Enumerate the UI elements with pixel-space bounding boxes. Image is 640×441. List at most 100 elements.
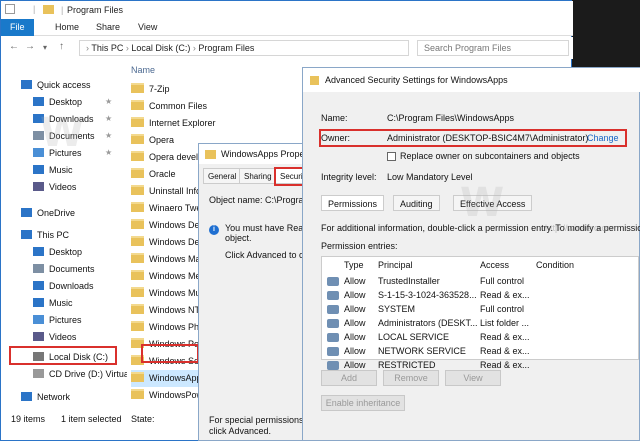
address-row: ← → ▾ ↑ › This PC › Local Disk (C:) › Pr… — [1, 37, 573, 59]
tab-sharing[interactable]: Sharing — [239, 168, 277, 184]
pictures-icon — [33, 315, 44, 324]
videos-icon — [33, 182, 44, 191]
back-arrow-icon[interactable]: ← — [9, 41, 19, 52]
user-icon — [327, 277, 339, 286]
status-selected-count: 1 item selected — [61, 414, 122, 424]
nav-item-label: Downloads — [49, 281, 94, 291]
nav-item-label: Music — [49, 298, 73, 308]
column-header-access[interactable]: Access — [480, 260, 509, 270]
file-name: Windows Mu — [149, 288, 201, 298]
highlight-local-disk — [9, 346, 117, 365]
pin-icon[interactable]: ★ — [105, 148, 112, 157]
permission-type: Allow — [344, 304, 366, 314]
nav-item[interactable]: Desktop — [33, 94, 82, 110]
documents-icon — [33, 264, 44, 273]
tab-general[interactable]: General — [203, 168, 242, 184]
divider-icon: | — [61, 5, 64, 15]
nav-item[interactable]: Videos — [33, 329, 76, 345]
user-icon — [327, 333, 339, 342]
cloud-icon — [21, 208, 32, 217]
view-button[interactable]: View — [445, 370, 501, 386]
permission-access: Read & ex... — [480, 290, 530, 300]
user-icon — [327, 319, 339, 328]
replace-owner-label[interactable]: Replace owner on subcontainers and objec… — [400, 151, 580, 161]
permission-entries-table[interactable]: Type Principal Access Condition Allow Tru… — [321, 256, 640, 370]
search-input[interactable]: Search Program Files — [417, 40, 569, 56]
replace-owner-checkbox[interactable] — [387, 152, 396, 161]
up-arrow-icon[interactable]: ↑ — [59, 41, 64, 52]
quick-access-toolbar[interactable] — [5, 4, 15, 16]
folder-icon — [131, 134, 144, 144]
column-header-principal[interactable]: Principal — [378, 260, 413, 270]
nav-item[interactable]: OneDrive — [21, 205, 75, 221]
folder-icon — [205, 150, 216, 159]
tab-home[interactable]: Home — [46, 19, 88, 36]
highlight-owner — [319, 129, 627, 147]
nav-item[interactable]: CD Drive (D:) Virtua — [33, 366, 129, 382]
file-row[interactable]: 7-Zip — [131, 81, 321, 98]
permission-type: Allow — [344, 346, 366, 356]
file-row[interactable]: Common Files — [131, 98, 321, 115]
music-icon — [33, 165, 44, 174]
forward-arrow-icon[interactable]: → — [25, 41, 35, 52]
enable-inheritance-button[interactable]: Enable inheritance — [321, 395, 405, 411]
breadcrumb-program-files[interactable]: Program Files — [198, 43, 254, 53]
object-name-label: Object name: — [209, 195, 263, 205]
breadcrumb-local-disk[interactable]: Local Disk (C:) — [131, 43, 190, 53]
recent-locations-icon[interactable]: ▾ — [43, 43, 47, 52]
permission-row[interactable]: Allow TrustedInstaller Full control — [322, 274, 640, 288]
permission-row[interactable]: Allow LOCAL SERVICE Read & ex... — [322, 330, 640, 344]
nav-item[interactable]: Pictures — [33, 312, 82, 328]
folder-icon — [131, 100, 144, 110]
permission-type: Allow — [344, 332, 366, 342]
permission-row[interactable]: Allow Administrators (DESKT... List folder… — [322, 316, 640, 330]
tab-permissions[interactable]: Permissions — [321, 195, 385, 211]
nav-item[interactable]: Downloads — [33, 278, 94, 294]
nav-item-label: Desktop — [49, 97, 83, 107]
videos-icon — [33, 332, 44, 341]
nav-item[interactable]: Network — [21, 389, 70, 405]
permission-row[interactable]: Allow SYSTEM Full control — [322, 302, 640, 316]
folder-icon — [131, 304, 144, 314]
nav-item-label: Documents — [49, 264, 95, 274]
file-name: Opera develo — [149, 152, 204, 162]
add-button[interactable]: Add — [321, 370, 377, 386]
pin-icon[interactable]: ★ — [105, 114, 112, 123]
pin-icon[interactable]: ★ — [105, 131, 112, 140]
folder-icon — [131, 185, 144, 195]
address-bar[interactable]: › This PC › Local Disk (C:) › Program Fi… — [79, 40, 409, 56]
permission-access: Read & ex... — [480, 332, 530, 342]
tab-share[interactable]: Share — [87, 19, 129, 36]
nav-item[interactable]: Videos — [33, 179, 76, 195]
click-advanced-footer: click Advanced. — [209, 426, 272, 436]
tab-file[interactable]: File — [1, 19, 34, 36]
nav-item[interactable]: Documents — [33, 261, 95, 277]
file-name: Windows Me — [149, 271, 201, 281]
permission-access: List folder ... — [480, 318, 530, 328]
column-header-type[interactable]: Type — [344, 260, 364, 270]
nav-item[interactable]: Quick access — [21, 77, 91, 93]
column-header-condition[interactable]: Condition — [536, 260, 574, 270]
nav-item-label: This PC — [37, 230, 70, 240]
user-icon — [327, 291, 339, 300]
tab-view[interactable]: View — [129, 19, 166, 36]
tab-auditing[interactable]: Auditing — [393, 195, 440, 211]
nav-item[interactable]: Desktop — [33, 244, 82, 260]
permission-row[interactable]: Allow NETWORK SERVICE Read & ex... — [322, 344, 640, 358]
permission-row[interactable]: Allow S-1-15-3-1024-363528... Read & ex... — [322, 288, 640, 302]
remove-button[interactable]: Remove — [383, 370, 439, 386]
dialog-title: Advanced Security Settings for WindowsAp… — [325, 75, 508, 85]
nav-item-label: Videos — [49, 182, 77, 192]
nav-item[interactable]: Music — [33, 295, 73, 311]
permission-access: Full control — [480, 276, 525, 286]
column-header-name[interactable]: Name — [131, 65, 155, 75]
nav-item[interactable]: Music — [33, 162, 73, 178]
object-name-value: C:\Progra — [265, 195, 304, 205]
breadcrumb-this-pc[interactable]: This PC — [91, 43, 123, 53]
permission-access: Full control — [480, 304, 525, 314]
pin-icon[interactable]: ★ — [105, 97, 112, 106]
nav-item[interactable]: This PC — [21, 227, 69, 243]
watermark-text: http://winaero.com — [545, 223, 619, 233]
file-row[interactable]: Internet Explorer — [131, 115, 321, 132]
permission-type: Allow — [344, 276, 366, 286]
